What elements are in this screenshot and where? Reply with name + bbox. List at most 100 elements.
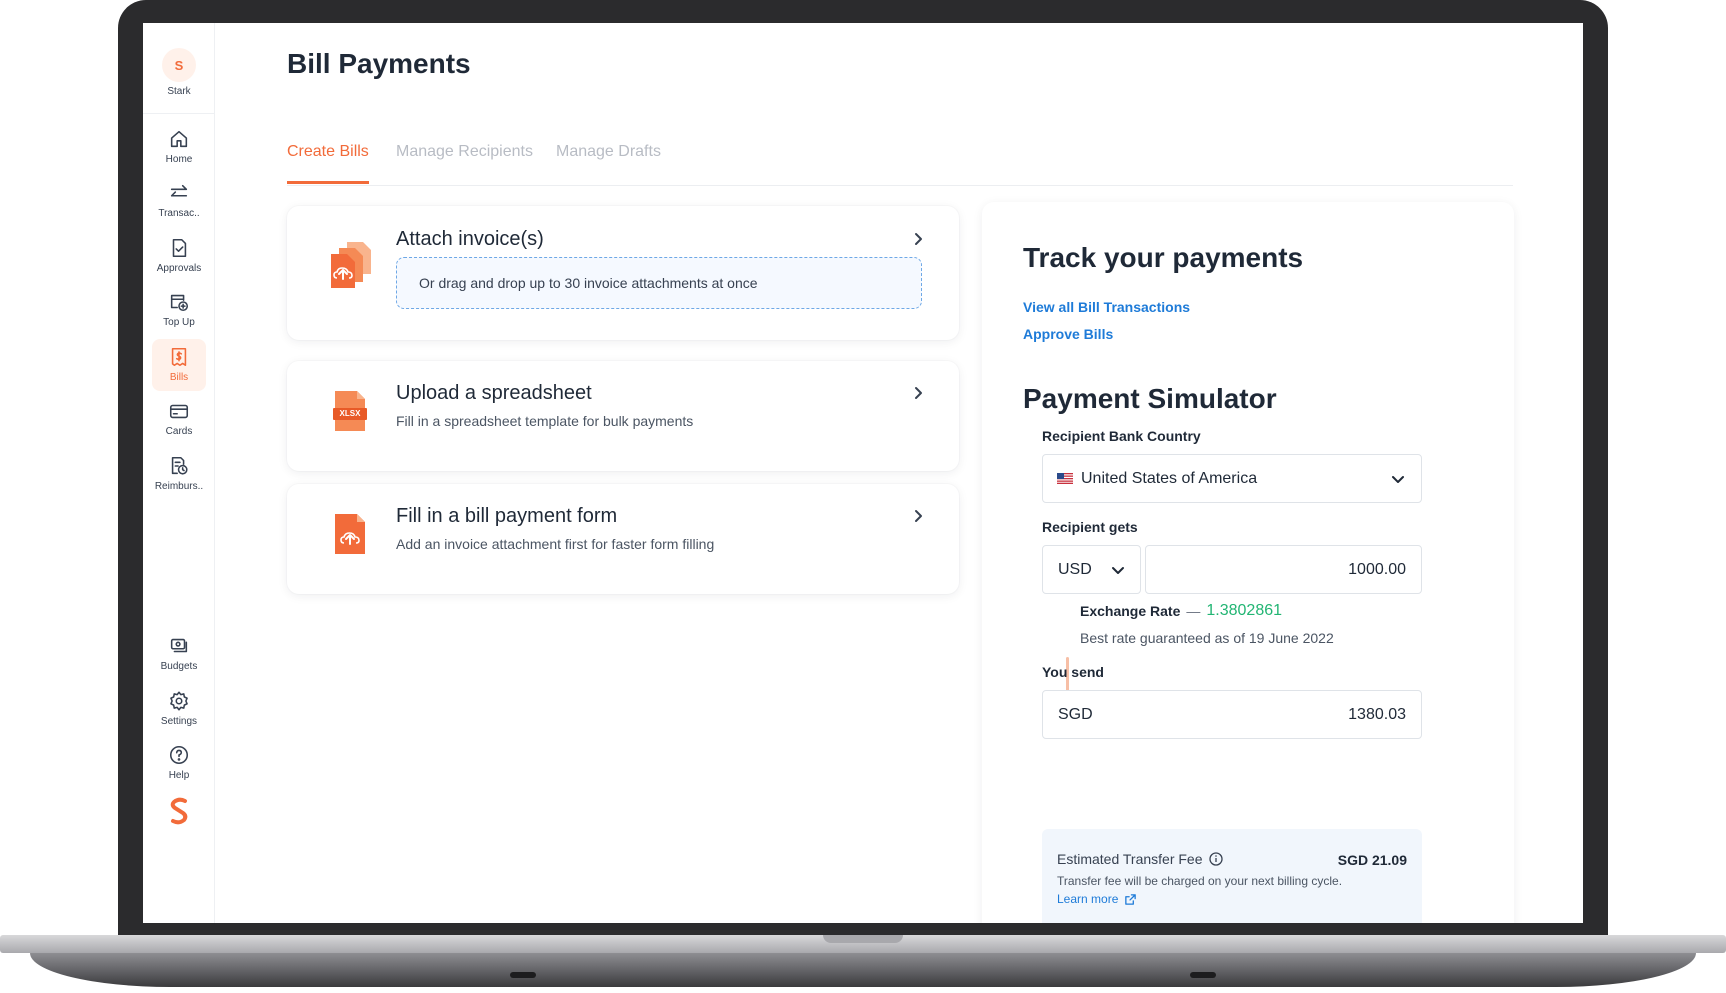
laptop-foot [510, 972, 536, 978]
upload-spreadsheet-subtitle: Fill in a spreadsheet template for bulk … [396, 413, 694, 429]
learn-more-link[interactable]: Learn more [1057, 892, 1137, 906]
page-title: Bill Payments [287, 48, 471, 79]
approvals-icon [172, 238, 187, 258]
exchange-rate-value: 1.3802861 [1206, 602, 1283, 619]
tab-manage-drafts[interactable]: Manage Drafts [556, 143, 661, 181]
approve-bills-link[interactable]: Approve Bills [1023, 326, 1113, 342]
laptop-base [0, 935, 1726, 993]
view-bill-transactions-link[interactable]: View all Bill Transactions [1023, 299, 1190, 315]
sidebar-item-reimbursements[interactable]: Reimburs.. [152, 448, 206, 500]
upload-spreadsheet-title: Upload a spreadsheet [396, 382, 592, 404]
recipient-amount: 1000.00 [1348, 560, 1406, 578]
rate-guarantee-note: Best rate guaranteed as of 19 June 2022 [1080, 630, 1334, 646]
sidebar-item-label: Approvals [156, 263, 202, 274]
sidebar-item-label: Reimburs.. [154, 481, 204, 492]
app-screen: S Stark Home Transac.. Approvals Top Up … [143, 23, 1583, 923]
recipient-currency-select[interactable]: USD [1042, 545, 1141, 594]
chevron-right-icon [911, 509, 925, 523]
sidebar-item-help[interactable]: Help [152, 737, 206, 789]
sidebar-item-transactions[interactable]: Transac.. [152, 175, 206, 227]
sidebar-item-cards[interactable]: Cards [152, 393, 206, 445]
spenmo-logo[interactable] [166, 797, 192, 825]
track-payments-panel: Track your payments View all Bill Transa… [982, 202, 1514, 923]
chevron-down-icon [1392, 475, 1404, 483]
you-send-label: You send [1042, 664, 1104, 680]
track-payments-title: Track your payments [1023, 242, 1304, 273]
attach-invoice-title: Attach invoice(s) [396, 228, 544, 250]
bill-form-title: Fill in a bill payment form [396, 505, 618, 527]
transfer-fee-box: Estimated Transfer Fee SGD 21.09 Transfe… [1042, 829, 1422, 923]
send-currency: SGD [1058, 705, 1093, 723]
bill-form-card[interactable]: Fill in a bill payment form Add an invoi… [287, 484, 959, 594]
fee-value: SGD 21.09 [1337, 852, 1407, 868]
chevron-right-icon [911, 386, 925, 400]
avatar: S [162, 48, 196, 82]
send-amount: 1380.03 [1348, 705, 1406, 723]
sidebar-item-label: Transac.. [158, 208, 200, 219]
sidebar-item-budgets[interactable]: Budgets [152, 628, 206, 680]
laptop-notch [823, 935, 903, 943]
bills-icon [171, 347, 187, 367]
us-flag-icon [1057, 473, 1073, 484]
tab-manage-recipients[interactable]: Manage Recipients [396, 143, 533, 181]
sidebar-item-top-up[interactable]: Top Up [152, 284, 206, 336]
sidebar-item-home[interactable]: Home [152, 121, 206, 173]
sidebar: S Stark Home Transac.. Approvals Top Up … [143, 23, 215, 923]
help-icon [169, 745, 189, 765]
chevron-right-icon [911, 232, 925, 246]
fee-label: Estimated Transfer Fee [1057, 851, 1203, 867]
info-icon[interactable] [1208, 852, 1223, 866]
attach-invoice-card[interactable]: Attach invoice(s) Or drag and drop up to… [287, 206, 959, 340]
home-icon [170, 130, 188, 148]
sidebar-item-label: Top Up [163, 317, 195, 328]
reimbursement-icon [171, 456, 188, 475]
payment-simulator-title: Payment Simulator [1023, 383, 1277, 414]
exchange-rate-label: Exchange Rate [1080, 603, 1181, 619]
sidebar-item-label: Help [168, 770, 190, 781]
sidebar-item-label: Bills [169, 372, 189, 383]
xlsx-badge: XLSX [339, 409, 361, 418]
fee-note: Transfer fee will be charged on your nex… [1057, 874, 1343, 888]
sidebar-item-label: Budgets [160, 661, 198, 672]
xlsx-file-icon: XLSX [333, 390, 367, 437]
sidebar-item-approvals[interactable]: Approvals [152, 230, 206, 282]
sidebar-item-label: Home [165, 154, 193, 165]
external-link-icon [1125, 893, 1137, 905]
learn-more-label: Learn more [1057, 892, 1119, 906]
invoice-dropzone[interactable]: Or drag and drop up to 30 invoice attach… [396, 257, 922, 309]
recipient-currency: USD [1058, 560, 1092, 578]
logo-icon [170, 797, 188, 825]
sidebar-item-bills[interactable]: Bills [152, 339, 206, 391]
exchange-rate-dash: — [1186, 603, 1201, 619]
sidebar-item-label: Settings [160, 716, 198, 727]
upload-file-icon [333, 513, 367, 560]
sidebar-divider [143, 113, 215, 114]
transfer-icon [170, 184, 188, 197]
tab-create-bills[interactable]: Create Bills [287, 143, 369, 184]
recipient-country-select[interactable]: United States of America [1042, 454, 1422, 503]
upload-spreadsheet-card[interactable]: XLSX Upload a spreadsheet Fill in a spre… [287, 361, 959, 471]
budgets-icon [170, 638, 188, 653]
tab-bar: Create Bills Manage Recipients Manage Dr… [287, 123, 1513, 186]
sidebar-item-label: Cards [165, 426, 193, 437]
recipient-gets-label: Recipient gets [1042, 519, 1138, 535]
bill-form-subtitle: Add an invoice attachment first for fast… [396, 536, 715, 552]
user-name: Stark [167, 86, 191, 97]
chevron-down-icon [1112, 566, 1124, 574]
laptop-foot [1190, 972, 1216, 978]
top-up-icon [170, 294, 189, 312]
recipient-country-label: Recipient Bank Country [1042, 428, 1201, 444]
laptop-base-top [0, 935, 1726, 953]
sidebar-item-settings[interactable]: Settings [152, 683, 206, 735]
recipient-amount-input[interactable]: 1000.00 [1145, 545, 1422, 594]
fee-label-row: Estimated Transfer Fee [1057, 851, 1223, 867]
gear-icon [170, 691, 188, 711]
send-amount-field[interactable]: SGD 1380.03 [1042, 690, 1422, 739]
sidebar-user[interactable]: S Stark [152, 43, 206, 103]
exchange-rate-row: Exchange Rate — 1.3802861 [1080, 602, 1282, 620]
card-icon [169, 404, 189, 419]
recipient-country-value: United States of America [1081, 469, 1258, 487]
upload-files-icon [329, 240, 373, 295]
laptop-base-bottom [30, 953, 1696, 987]
dropzone-text: Or drag and drop up to 30 invoice attach… [419, 275, 758, 291]
